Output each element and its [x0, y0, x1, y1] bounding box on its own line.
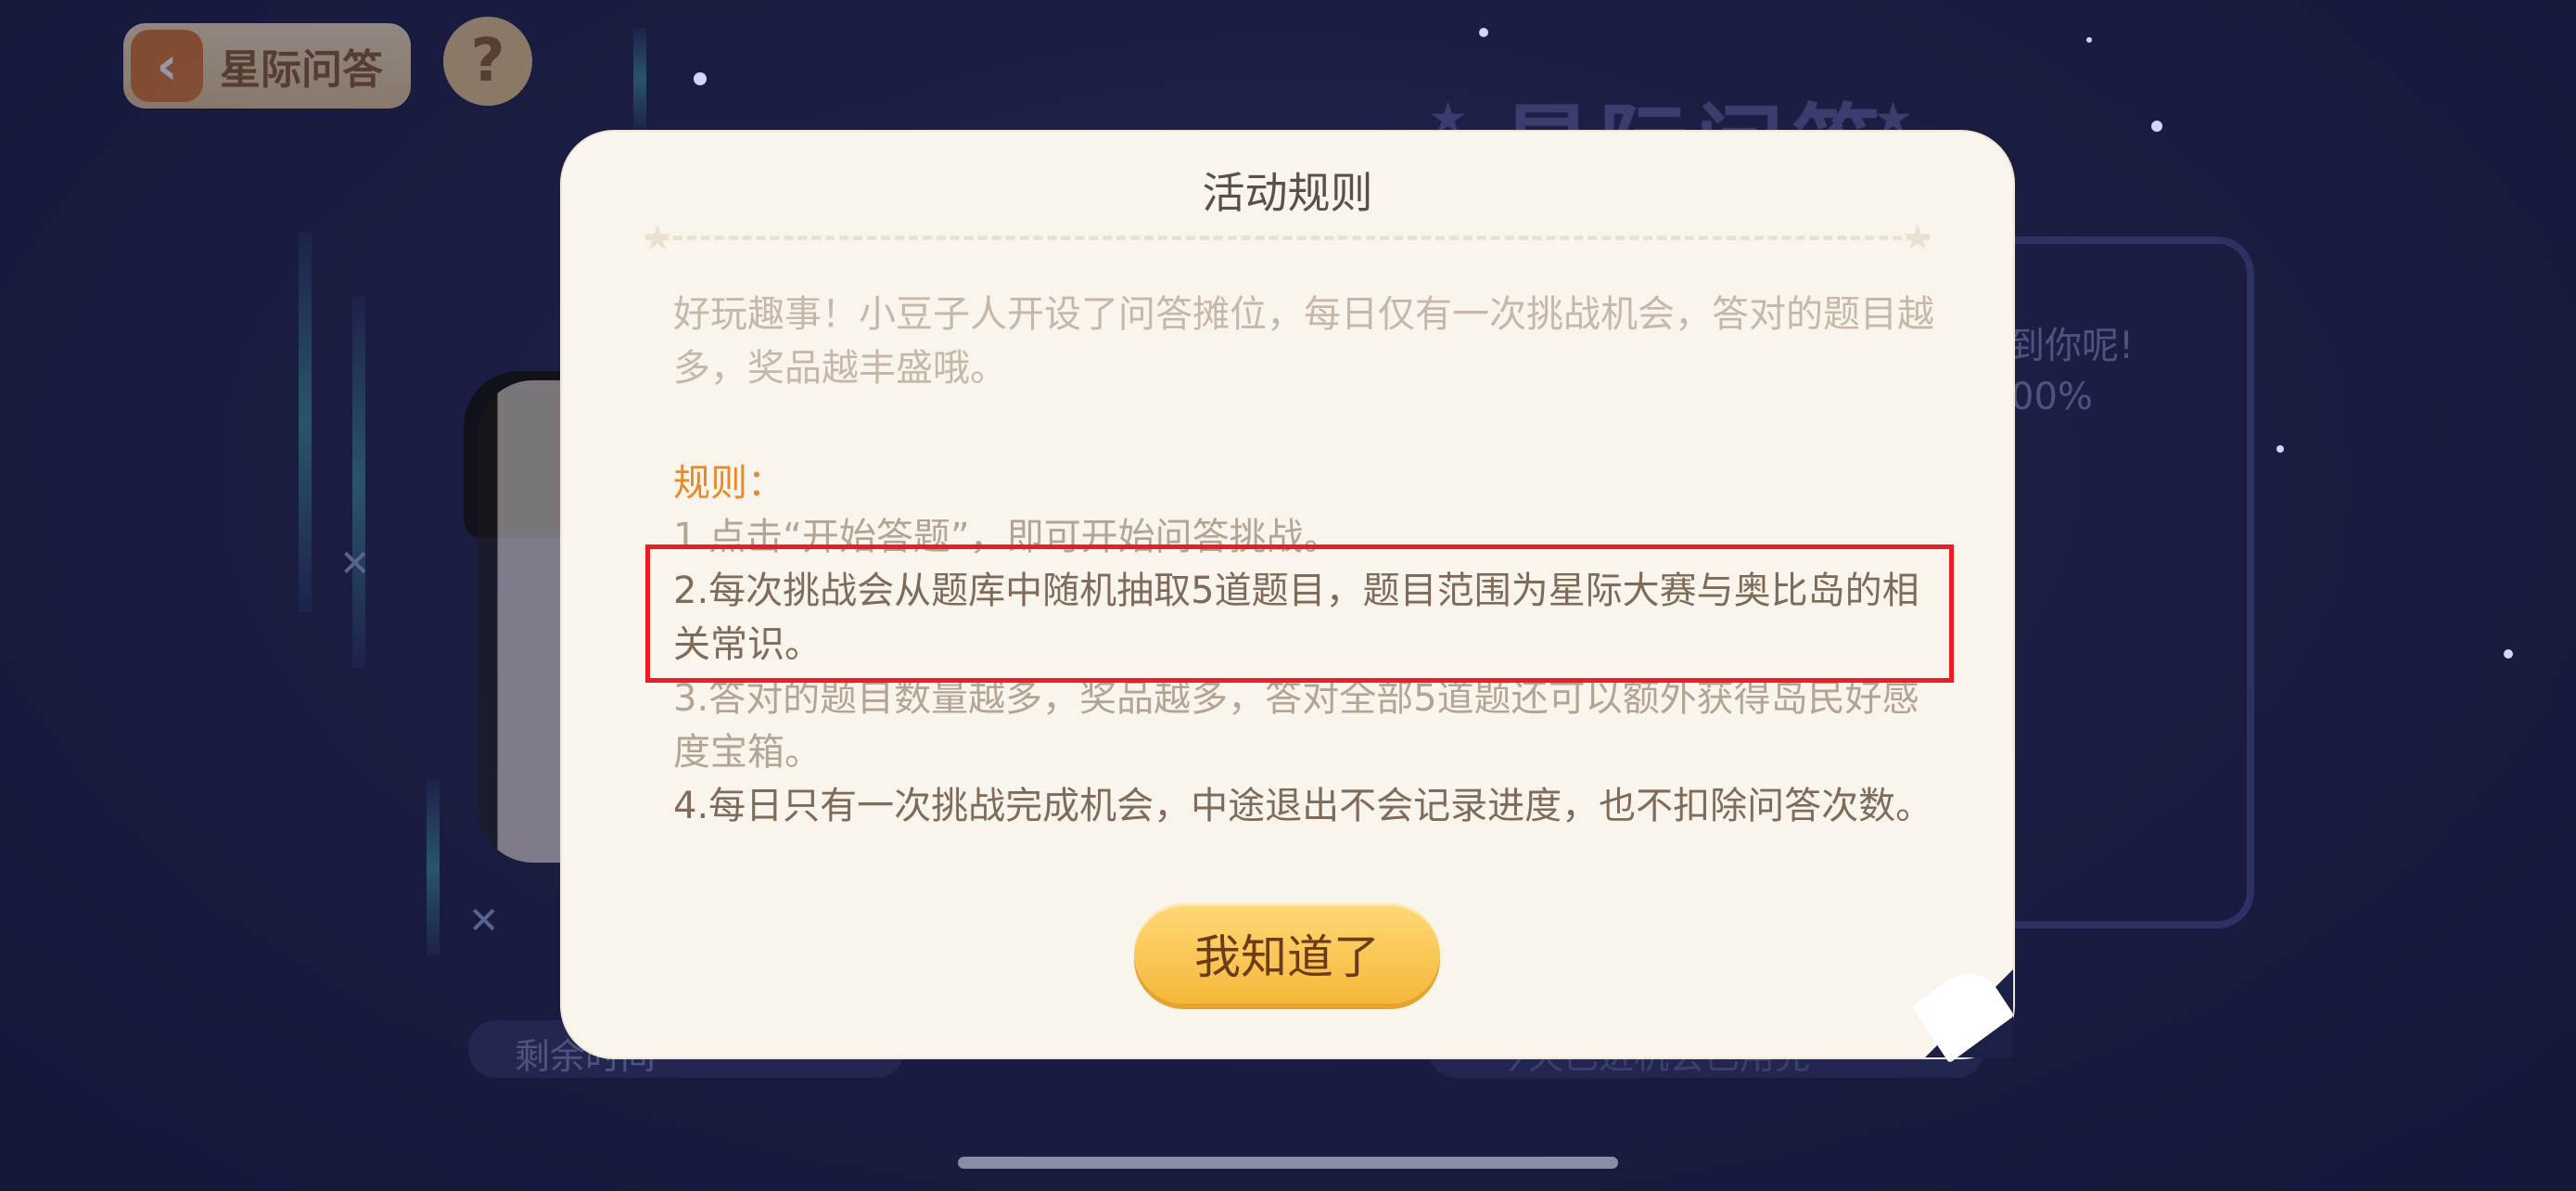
star-icon: ★	[1901, 217, 1933, 258]
back-button[interactable]: ‹ 星际问答	[123, 23, 411, 109]
intro-text: 好玩趣事！小豆子人开设了问答摊位，每日仅有一次挑战机会，答对的题目越多，奖品越丰…	[673, 293, 1934, 390]
rule-item: 1.点击“开始答题”，即可开始问答挑战。	[673, 516, 1341, 558]
star-decoration	[2276, 445, 2284, 453]
rule-item: 3.答对的题目数量越多，奖品越多，答对全部5道题还可以额外获得岛民好感度宝箱。	[673, 677, 1919, 774]
star-decoration	[694, 72, 707, 85]
light-beam	[633, 28, 646, 130]
star-decoration	[2086, 37, 2092, 43]
back-label: 星际问答	[220, 46, 383, 94]
rules-list: 规则： 1.点击“开始答题”，即可开始问答挑战。 2.每次挑战会从题库中随机抽取…	[673, 456, 1934, 833]
panel-text: 到你呢!	[2008, 325, 2135, 367]
rule-item: 2.每次挑战会从题库中随机抽取5道题目，题目范围为星际大赛与奥比岛的相关常识。	[673, 570, 1919, 666]
rule-item: 4.每日只有一次挑战完成机会，中途退出不会记录进度，也不扣除问答次数。	[673, 785, 1933, 827]
star-decoration	[1479, 28, 1488, 37]
home-indicator[interactable]	[958, 1157, 1618, 1169]
light-beam	[352, 297, 365, 668]
confirm-button[interactable]: 我知道了	[1134, 903, 1440, 1004]
star-decoration	[2504, 649, 2513, 659]
sparkle-icon: ✕	[339, 543, 371, 585]
help-button[interactable]: ?	[443, 17, 532, 106]
light-beam	[299, 232, 312, 612]
rules-heading: 规则：	[673, 462, 784, 505]
dashed-divider	[645, 236, 1930, 240]
chevron-left-icon: ‹	[131, 30, 203, 102]
rules-dialog: 活动规则 ★ ★ 好玩趣事！小豆子人开设了问答摊位，每日仅有一次挑战机会，答对的…	[562, 132, 2015, 1064]
star-decoration	[2151, 121, 2162, 132]
question-mark-icon: ?	[470, 27, 505, 96]
sparkle-icon: ✕	[468, 900, 500, 942]
panel-percent: 00%	[2010, 376, 2093, 418]
dialog-title: 活动规则	[1202, 168, 1373, 218]
light-beam	[427, 779, 440, 955]
